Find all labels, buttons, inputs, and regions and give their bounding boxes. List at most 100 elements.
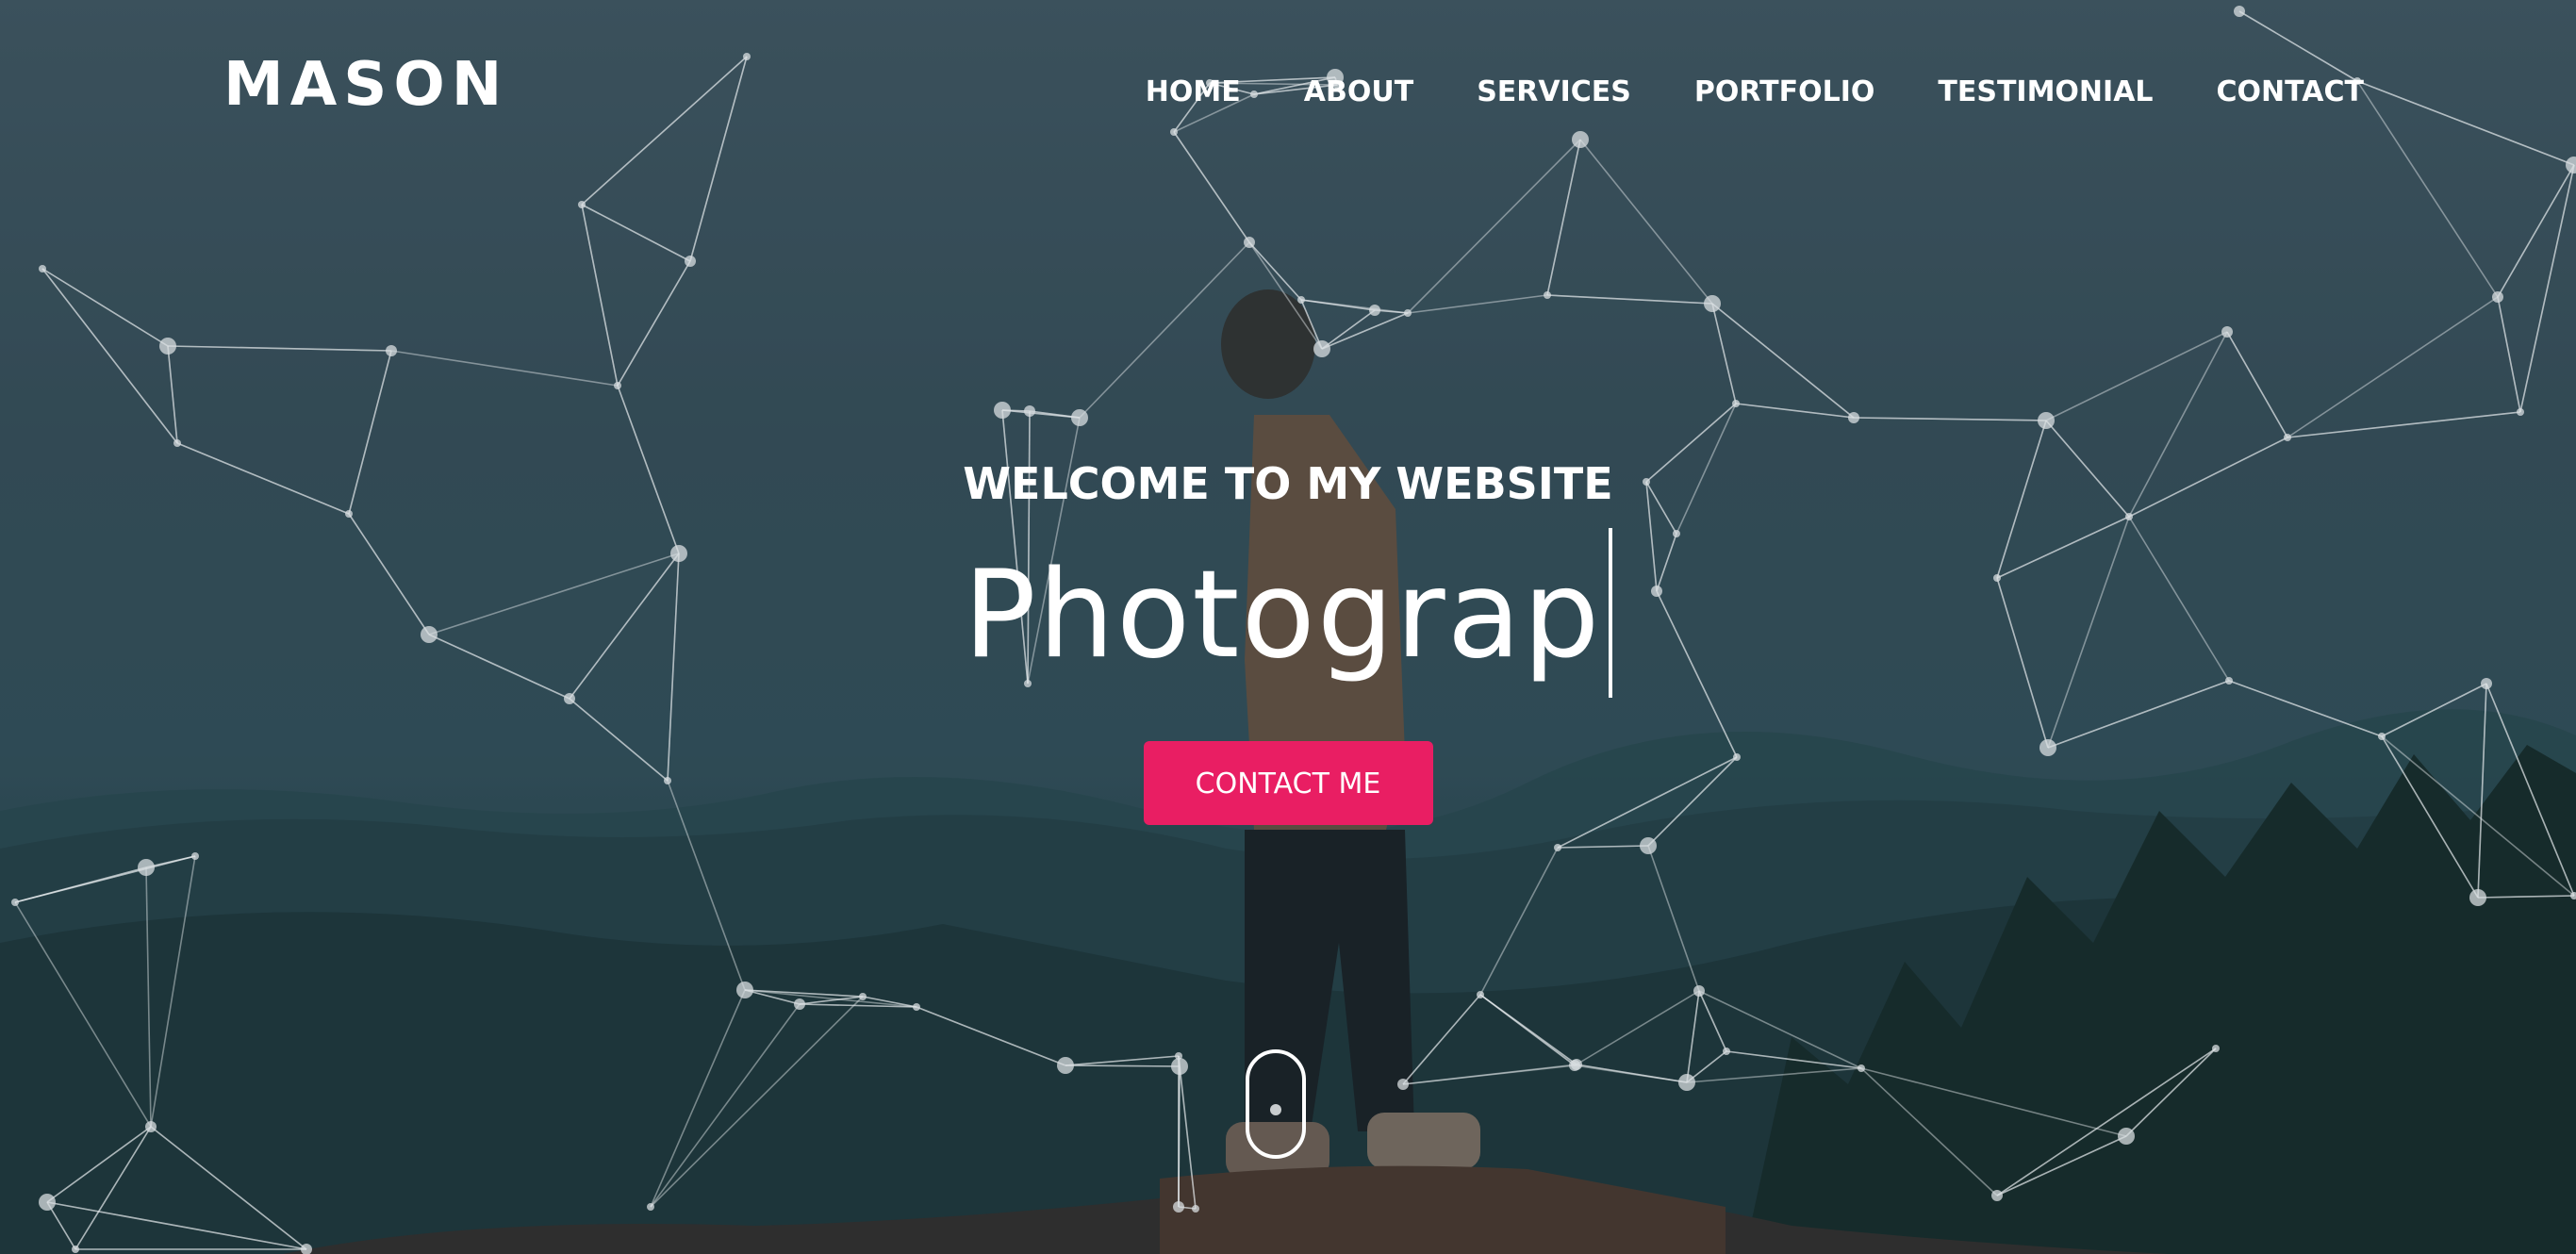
network-line <box>2287 296 2499 438</box>
network-node <box>859 993 867 1000</box>
network-node <box>1404 309 1412 317</box>
network-node <box>1848 412 1859 423</box>
network-line <box>2497 164 2575 298</box>
network-line <box>1735 403 1855 419</box>
contact-me-button[interactable]: CONTACT ME <box>1143 741 1433 825</box>
network-line <box>1576 1064 1688 1083</box>
typed-text: Photograp <box>963 545 1602 685</box>
network-line <box>390 350 619 387</box>
nav-testimonial[interactable]: TESTIMONIAL <box>1938 74 2153 111</box>
typing-caret <box>1609 528 1613 698</box>
network-node <box>2221 326 2233 338</box>
network-line <box>2356 80 2575 166</box>
network-line <box>1686 1067 1862 1083</box>
network-line <box>2356 80 2499 298</box>
network-line <box>41 268 178 444</box>
network-node <box>1297 296 1305 304</box>
network-line <box>41 268 169 347</box>
network-node <box>386 345 397 356</box>
nav-contact[interactable]: CONTACT <box>2217 74 2364 111</box>
network-line <box>1479 847 1559 996</box>
network-node <box>191 852 199 860</box>
network-line <box>2125 1048 2217 1137</box>
main-navigation: HOME ABOUT SERVICES PORTFOLIO TESTIMONIA… <box>1082 74 2364 111</box>
network-node <box>1171 1058 1188 1075</box>
typed-headline: Photograp <box>0 526 2576 705</box>
network-line <box>689 56 748 262</box>
network-node <box>1397 1079 1409 1090</box>
nav-about[interactable]: ABOUT <box>1304 74 1413 111</box>
nav-home[interactable]: HOME <box>1146 74 1241 111</box>
network-node <box>2212 1045 2220 1052</box>
scroll-wheel-dot <box>1270 1104 1281 1115</box>
network-node <box>2469 889 2486 906</box>
network-node <box>1678 1074 1695 1091</box>
network-node <box>11 899 19 906</box>
network-node <box>1024 405 1035 417</box>
network-line <box>74 1126 152 1250</box>
network-node <box>72 1246 79 1253</box>
network-line <box>1711 303 1855 419</box>
network-line <box>1860 1067 2127 1137</box>
network-node <box>743 53 751 60</box>
network-node <box>1173 1201 1184 1213</box>
network-line <box>1178 1055 1197 1210</box>
network-line <box>2519 164 2575 413</box>
network-line <box>1546 139 1581 296</box>
network-line <box>1726 1050 1862 1069</box>
network-node <box>1571 1059 1582 1070</box>
network-line <box>581 204 619 387</box>
network-node <box>138 859 155 876</box>
network-line <box>1853 417 2047 421</box>
network-line <box>150 1126 307 1250</box>
network-line <box>1686 990 1700 1083</box>
network-node <box>1723 1048 1730 1055</box>
network-line <box>1065 1055 1180 1066</box>
network-line <box>1711 303 1737 404</box>
network-line <box>2045 331 2228 421</box>
nav-portfolio[interactable]: PORTFOLIO <box>1694 74 1874 111</box>
network-line <box>167 345 178 444</box>
network-node <box>794 998 805 1010</box>
network-node <box>2284 434 2291 441</box>
network-node <box>1704 295 1721 312</box>
network-node <box>736 982 753 998</box>
hero-content: WELCOME TO MY WEBSITE Photograp CONTACT … <box>0 451 2576 825</box>
network-line <box>1576 990 1700 1065</box>
network-line <box>1300 299 1409 314</box>
network-line <box>145 866 152 1128</box>
mouse-scroll-icon[interactable] <box>1246 1049 1306 1159</box>
network-line <box>2226 331 2288 438</box>
network-node <box>2492 291 2503 303</box>
network-line <box>1001 409 1081 419</box>
brand-logo[interactable]: MASON <box>223 47 508 123</box>
network-node <box>1693 985 1705 997</box>
network-line <box>150 855 196 1128</box>
network-node <box>1313 340 1330 357</box>
network-line <box>1402 1064 1577 1085</box>
network-line <box>1546 294 1713 305</box>
network-line <box>581 56 748 206</box>
network-node <box>1057 1057 1074 1074</box>
network-line <box>2287 411 2521 438</box>
network-node <box>2517 408 2524 416</box>
network-line <box>1407 294 1548 314</box>
network-line <box>1579 139 1713 305</box>
network-node <box>1554 844 1561 851</box>
network-node <box>685 256 696 267</box>
hero-welcome-text: WELCOME TO MY WEBSITE <box>963 458 1613 509</box>
nav-services[interactable]: SERVICES <box>1477 74 1631 111</box>
network-node <box>1071 409 1088 426</box>
network-line <box>581 204 691 262</box>
network-node <box>1369 305 1380 316</box>
network-node <box>1477 991 1484 998</box>
network-line <box>1479 994 1577 1065</box>
network-line <box>650 996 864 1208</box>
network-line <box>1557 845 1649 849</box>
network-node <box>1640 837 1657 854</box>
network-node <box>1544 291 1551 299</box>
network-line <box>14 901 152 1128</box>
network-line <box>167 345 392 352</box>
network-line <box>1698 990 1862 1069</box>
network-node <box>2566 157 2576 173</box>
